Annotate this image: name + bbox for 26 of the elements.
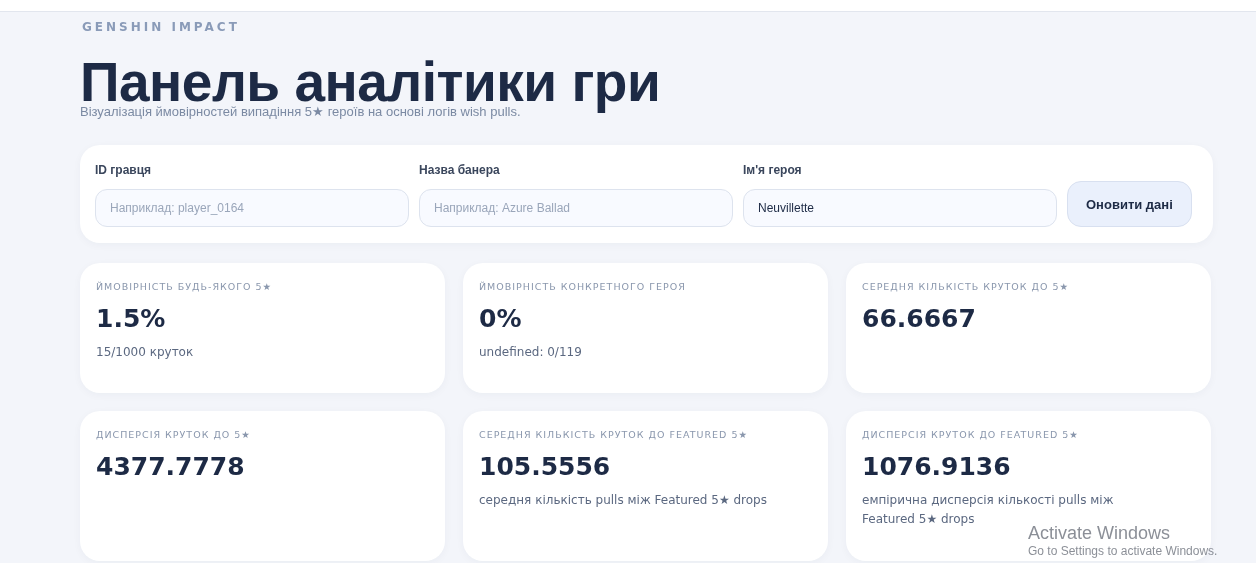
stat-note: undefined: 0/119: [479, 344, 583, 361]
stat-label: ЙМОВІРНІСТЬ БУДЬ-ЯКОГО 5★: [96, 281, 274, 292]
stat-value: 105.5556: [479, 452, 612, 481]
input-field[interactable]: Наприклад: Azure Ballad: [419, 189, 733, 227]
field-label: Ім'я героя: [743, 163, 803, 177]
input-field[interactable]: Neuvillette: [743, 189, 1057, 227]
field-label: ID гравця: [95, 163, 153, 177]
stat-value: 66.6667: [862, 304, 977, 333]
input-field[interactable]: Наприклад: player_0164: [95, 189, 409, 227]
stat-label: ДИСПЕРСІЯ КРУТОК ДО FEATURED 5★: [862, 429, 1080, 440]
stat-value: 1076.9136: [862, 452, 1012, 481]
stat-label: ЙМОВІРНІСТЬ КОНКРЕТНОГО ГЕРОЯ: [479, 281, 687, 292]
stat-value: 0%: [479, 304, 523, 333]
stat-note: емпірична дисперсія кількості pulls між Featured 5★ drops: [862, 492, 1115, 526]
field-label: Назва банера: [419, 163, 501, 177]
activation-title: Activate Windows: [1028, 523, 1172, 544]
stat-label: СЕРЕДНЯ КІЛЬКІСТЬ КРУТОК ДО FEATURED 5★: [479, 429, 749, 440]
stat-label: СЕРЕДНЯ КІЛЬКІСТЬ КРУТОК ДО 5★: [862, 281, 1071, 292]
stat-note: середня кількість pulls між Featured 5★ drops: [479, 492, 768, 509]
stat-value: 4377.7778: [96, 452, 246, 481]
brand-label: GENSHIN IMPACT: [82, 20, 241, 34]
stat-value: 1.5%: [96, 304, 167, 333]
stat-label: ДИСПЕРСІЯ КРУТОК ДО 5★: [96, 429, 252, 440]
refresh-button[interactable]: Оновити дані: [1067, 181, 1192, 227]
activation-hint: Go to Settings to activate Windows.: [1028, 544, 1218, 558]
stat-note: 15/1000 круток: [96, 344, 195, 361]
